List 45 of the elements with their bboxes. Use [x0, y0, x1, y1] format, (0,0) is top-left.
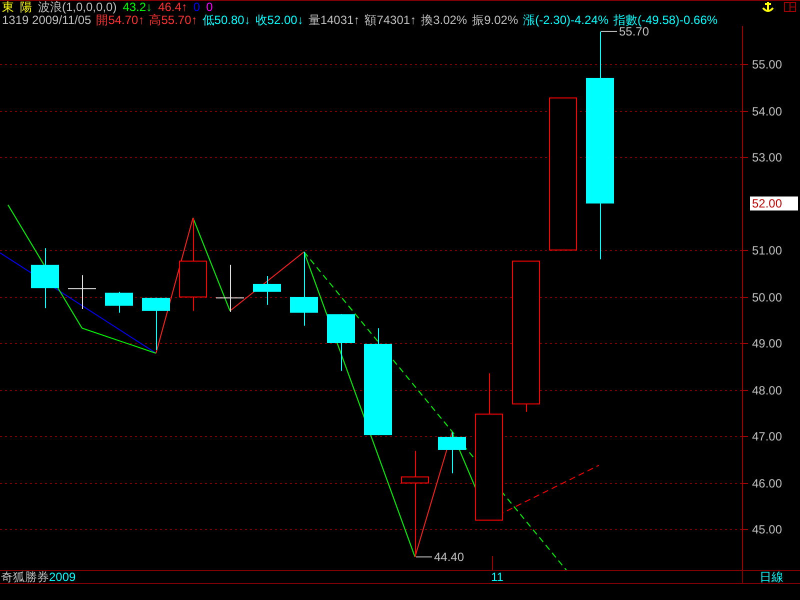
candlestick	[31, 248, 59, 309]
quote-field: 波浪(1,0,0,0,0)	[38, 1, 117, 13]
quote-field: 高55.70↑	[149, 14, 198, 26]
candlestick	[327, 314, 355, 372]
current-price-tag: 52.00	[750, 196, 798, 210]
candlestick	[253, 276, 281, 306]
price-axis-label: 48.00	[752, 384, 782, 398]
quote-field: 指數(-49.58)-0.66%	[614, 14, 718, 26]
quote-field: 漲(-2.30)-4.24%	[523, 14, 609, 26]
candlestick	[105, 291, 133, 314]
window-icon[interactable]	[784, 2, 796, 12]
price-callout: 55.70	[600, 26, 650, 38]
period-tab[interactable]: 日線	[742, 570, 800, 584]
candlestick	[438, 432, 466, 474]
quote-field: 量14031↑	[308, 14, 360, 26]
quote-field: 陽	[20, 1, 32, 13]
candlestick	[142, 297, 170, 350]
date-tick-label: 11	[491, 571, 504, 583]
brand-label: 奇狐勝券	[0, 571, 49, 583]
quote-field: 0	[193, 1, 200, 13]
price-axis-label: 54.00	[752, 104, 782, 118]
quote-field: 46.4↑	[158, 1, 188, 13]
price-axis-label: 50.00	[752, 290, 782, 304]
price-callout: 44.40	[416, 550, 464, 564]
quote-field: 額74301↑	[364, 14, 416, 26]
quote-field: 低50.80↓	[202, 14, 250, 26]
price-axis-label: 47.00	[752, 430, 782, 444]
quote-field: 收52.00↓	[255, 14, 304, 26]
price-axis-label: 55.00	[752, 58, 782, 72]
quote-field: 振9.02%	[472, 14, 518, 26]
quote-field: 1319 2009/11/05	[2, 14, 92, 26]
anchor-icon[interactable]	[762, 1, 774, 13]
quote-field: 43.2↓	[122, 1, 152, 13]
price-axis-label: 46.00	[752, 476, 782, 490]
candlestick	[68, 274, 96, 310]
quote-field: 0	[206, 1, 213, 13]
price-axis-label: 53.00	[752, 150, 782, 164]
price-axis-label: 51.00	[752, 244, 782, 258]
year-label: 2009	[49, 571, 76, 583]
candlestick	[216, 264, 244, 312]
quote-field: 東	[2, 1, 14, 13]
quote-field: 換3.02%	[421, 14, 468, 26]
price-axis-label: 49.00	[752, 336, 782, 350]
price-axis-label: 45.00	[752, 522, 782, 536]
quote-field: 開54.70↑	[96, 14, 144, 26]
